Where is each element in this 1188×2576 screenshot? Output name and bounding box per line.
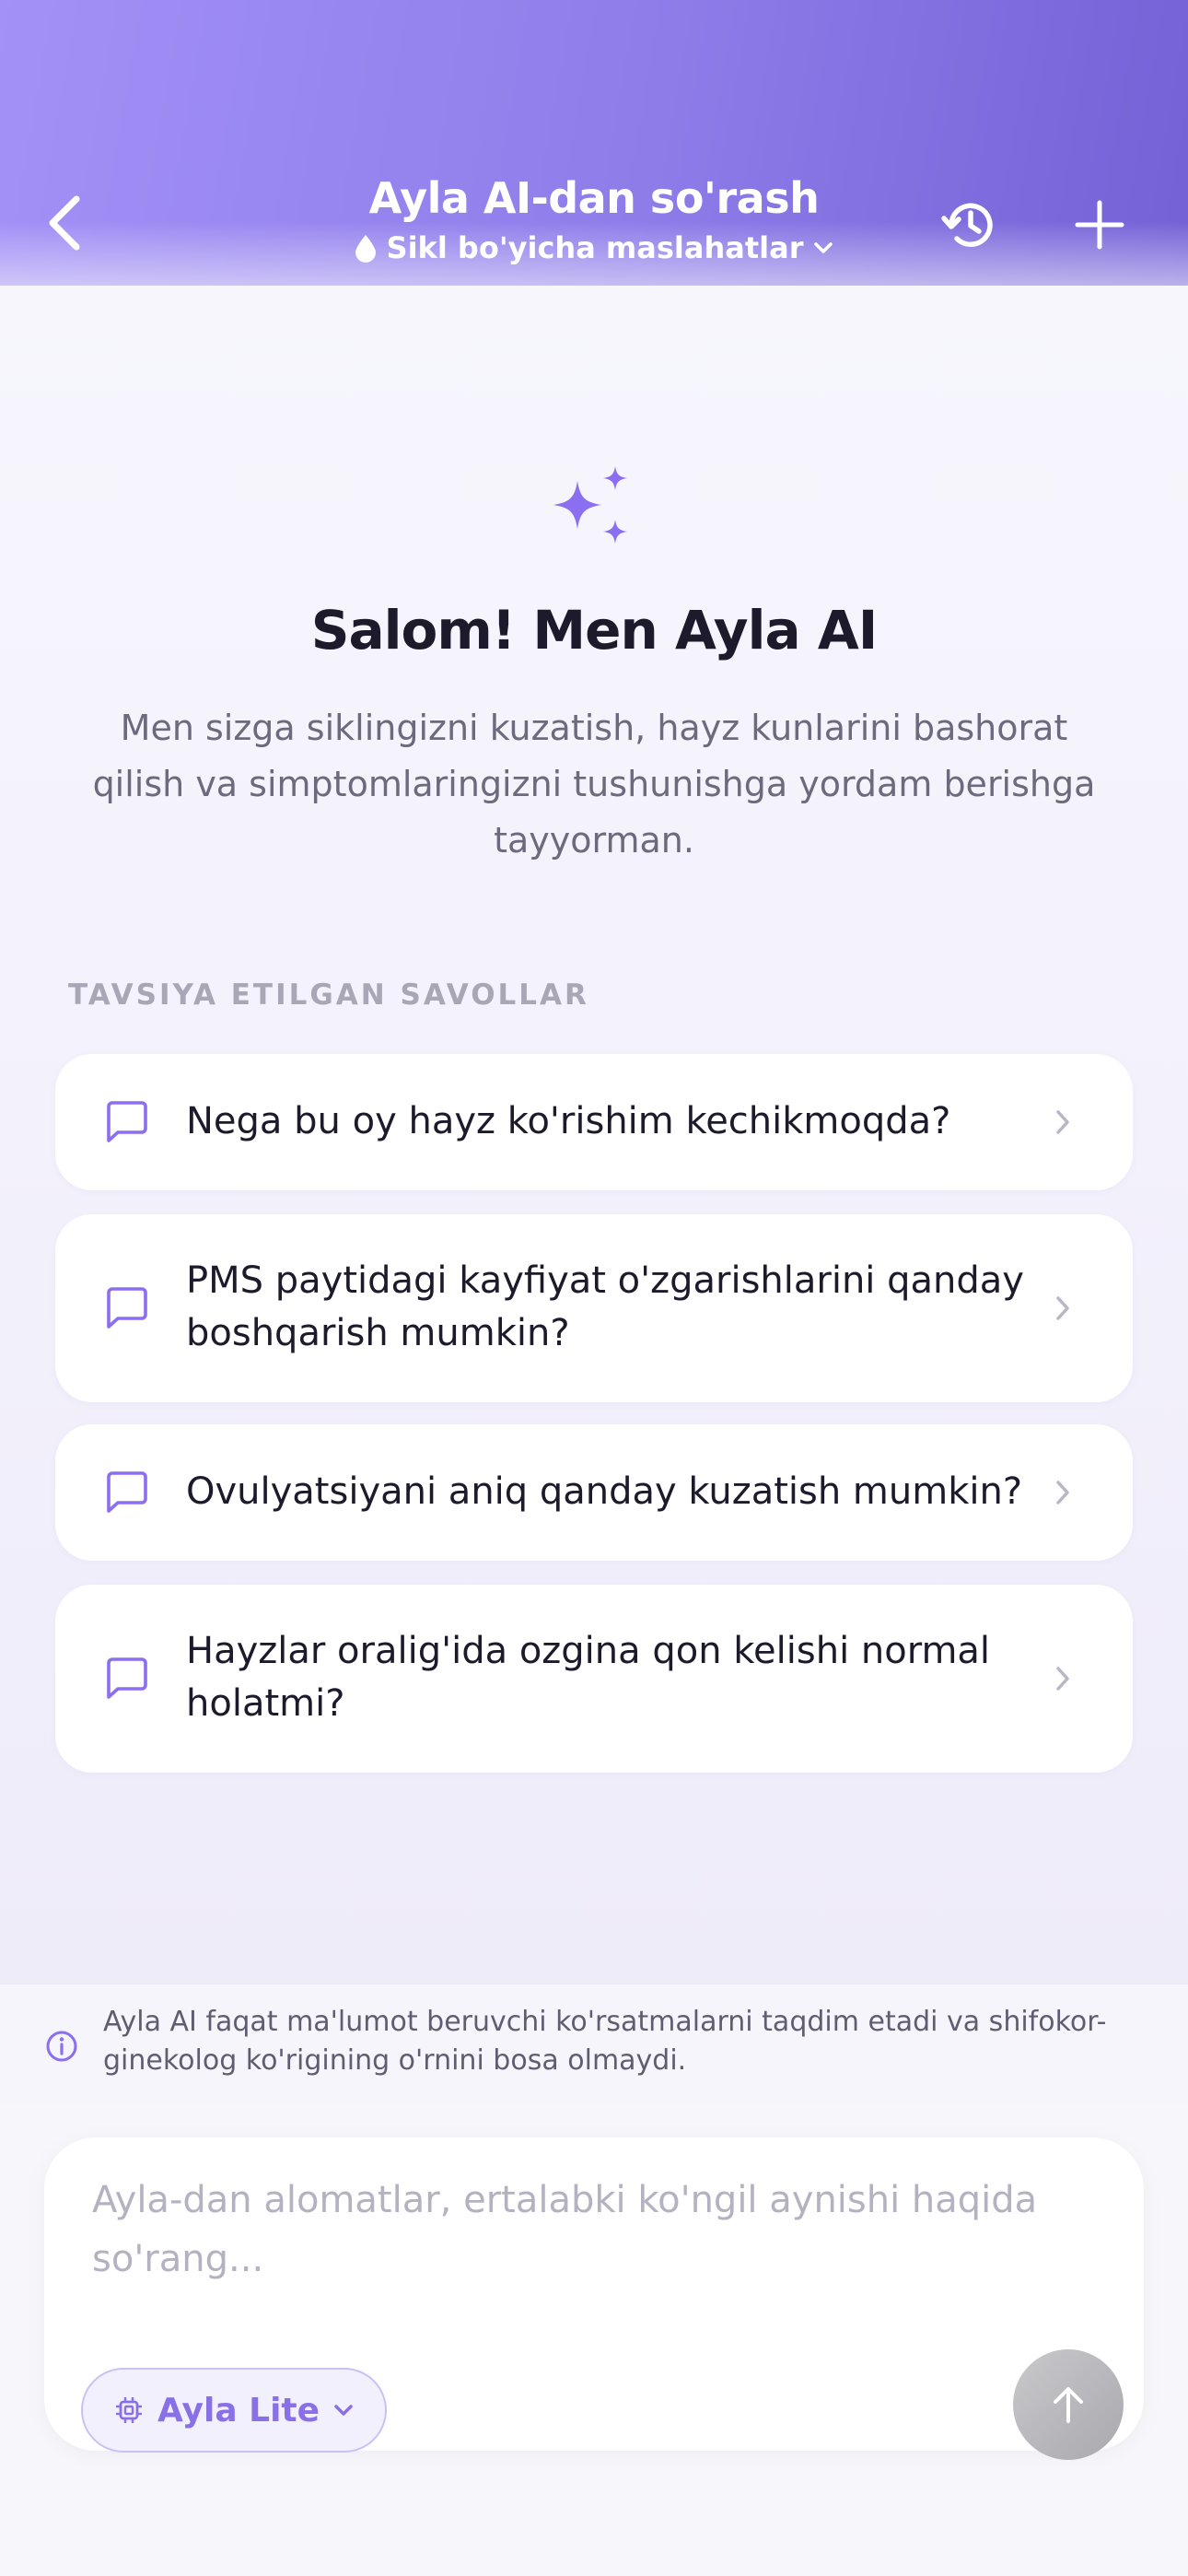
- app-header: Ayla AI-dan so'rash Sikl bo'yicha maslah…: [0, 0, 1188, 286]
- send-button[interactable]: [1013, 2349, 1124, 2460]
- chevron-right-icon: [1048, 1664, 1077, 1693]
- suggestion-card[interactable]: PMS paytidagi kayfiyat o'zgarishlarini q…: [55, 1214, 1133, 1402]
- welcome-title: Salom! Men Ayla AI: [310, 599, 879, 662]
- disclaimer-banner: Ayla AI faqat ma'lumot beruvchi ko'rsatm…: [0, 1983, 1188, 2102]
- model-selector[interactable]: Ayla Lite: [81, 2368, 387, 2453]
- chevron-right-icon: [1048, 1478, 1077, 1507]
- suggestion-card[interactable]: Hayzlar oralig'ida ozgina qon kelishi no…: [55, 1585, 1133, 1773]
- drop-icon: [355, 235, 376, 263]
- history-button[interactable]: [930, 186, 1007, 263]
- suggestion-text: PMS paytidagi kayfiyat o'zgarishlarini q…: [186, 1259, 1024, 1354]
- chevron-right-icon: [1048, 1107, 1077, 1137]
- info-icon: [46, 2031, 77, 2062]
- chevron-down-icon: [814, 242, 833, 253]
- suggestion-card[interactable]: Nega bu oy hayz ko'rishim kechikmoqda?: [55, 1054, 1133, 1190]
- welcome-description: Men sizga siklingizni kuzatish, hayz kun…: [92, 708, 1096, 861]
- disclaimer-text: Ayla AI faqat ma'lumot beruvchi ko'rsatm…: [103, 2006, 1107, 2077]
- message-icon: [103, 1098, 151, 1146]
- suggestion-card[interactable]: Ovulyatsiyani aniq qanday kuzatish mumki…: [55, 1424, 1133, 1561]
- chevron-down-icon: [334, 2405, 353, 2416]
- history-icon: [941, 203, 993, 247]
- suggestion-text: Ovulyatsiyani aniq qanday kuzatish mumki…: [186, 1470, 1023, 1513]
- suggestion-text: Hayzlar oralig'ida ozgina qon kelishi no…: [186, 1630, 991, 1725]
- new-chat-button[interactable]: [1061, 186, 1138, 263]
- message-input[interactable]: [92, 2171, 1096, 2300]
- plus-icon: [1075, 200, 1124, 250]
- topic-selector[interactable]: Sikl bo'yicha maslahatlar: [0, 230, 1188, 265]
- model-label: Ayla Lite: [157, 2391, 320, 2430]
- page-title: Ayla AI-dan so'rash: [368, 173, 820, 223]
- message-icon: [103, 1655, 151, 1703]
- chat-empty-state: Salom! Men Ayla AI Men sizga siklingizni…: [0, 286, 1188, 1983]
- chip-icon: [115, 2397, 142, 2423]
- suggestions-label: TAVSIYA ETILGAN SAVOLLAR: [68, 978, 589, 1012]
- arrow-up-icon: [1054, 2387, 1083, 2423]
- composer-area: Ayla Lite: [0, 2102, 1188, 2576]
- topic-label: Sikl bo'yicha maslahatlar: [386, 230, 804, 265]
- sparkles-icon: [553, 466, 627, 544]
- suggestion-text: Nega bu oy hayz ko'rishim kechikmoqda?: [186, 1100, 951, 1142]
- composer-card: Ayla Lite: [44, 2137, 1144, 2460]
- chevron-right-icon: [1048, 1294, 1077, 1323]
- message-icon: [103, 1284, 151, 1332]
- message-icon: [103, 1469, 151, 1516]
